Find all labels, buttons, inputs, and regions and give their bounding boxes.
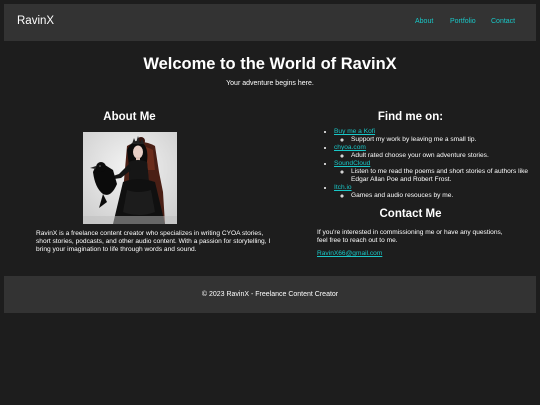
about-text: RavinX is a freelance content creator wh… <box>36 230 271 254</box>
nav-link-contact[interactable]: Contact <box>491 18 515 25</box>
kofi-link[interactable]: Buy me a Kofi <box>334 128 375 135</box>
nav-link-portfolio[interactable]: Portfolio <box>450 18 476 25</box>
link-description: Support my work by leaving me a small ti… <box>351 136 534 144</box>
list-item: Itch.io Games and audio resouces by me. <box>334 184 534 200</box>
brand-logo[interactable]: RavinX <box>17 15 54 27</box>
link-description: Adult rated choose your own adventure st… <box>351 152 534 160</box>
itchio-link[interactable]: Itch.io <box>334 184 352 191</box>
social-links-list: Buy me a Kofi Support my work by leaving… <box>317 128 534 200</box>
footer-text: © 2023 RavinX - Freelance Content Creato… <box>201 291 339 298</box>
gothic-queen-portrait-icon <box>83 132 177 224</box>
chyoa-link[interactable]: chyoa.com <box>334 144 366 151</box>
soundcloud-link[interactable]: SoundCloud <box>334 160 370 167</box>
link-description: Listen to me read the poems and short st… <box>351 168 534 184</box>
list-item: Buy me a Kofi Support my work by leaving… <box>334 128 534 144</box>
about-heading: About Me <box>103 111 156 123</box>
contact-text: If you're interested in commissioning me… <box>317 229 503 245</box>
email-link[interactable]: RavinX66@gmail.com <box>317 250 382 257</box>
portrait-image <box>83 132 177 224</box>
navbar: RavinX About Portfolio Contact <box>4 4 536 41</box>
page-subtitle: Your adventure begins here. <box>226 80 314 87</box>
list-item: chyoa.com Adult rated choose your own ad… <box>334 144 534 160</box>
page-title: Welcome to the World of RavinX <box>143 55 397 73</box>
footer: © 2023 RavinX - Freelance Content Creato… <box>4 276 536 313</box>
link-description: Games and audio resouces by me. <box>351 192 534 200</box>
find-heading: Find me on: <box>377 111 444 123</box>
nav-link-about[interactable]: About <box>415 18 433 25</box>
contact-heading: Contact Me <box>379 208 442 220</box>
list-item: SoundCloud Listen to me read the poems a… <box>334 160 534 184</box>
